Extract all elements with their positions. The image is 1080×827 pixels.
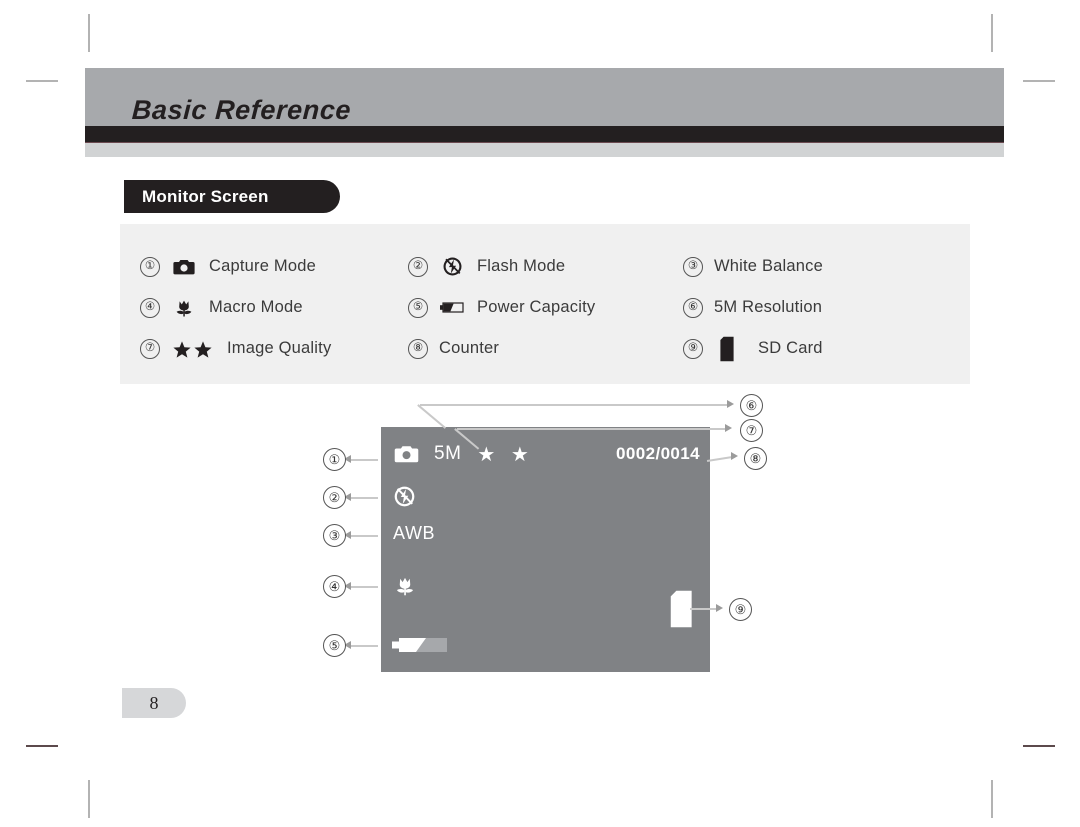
lcd-top-row: 5M ★ ★ 0002/0014 bbox=[393, 439, 700, 469]
leader-arrow-8 bbox=[731, 452, 738, 460]
battery-icon bbox=[392, 634, 450, 656]
callout-3: ③ bbox=[323, 524, 346, 547]
crop-mark-top-right-vertical bbox=[991, 14, 993, 52]
legend-item-sd-card: ⑨ SD Card bbox=[683, 336, 943, 362]
callout-1: ① bbox=[323, 448, 346, 471]
legend-number: ② bbox=[408, 256, 428, 277]
crop-mark-top-left-horizontal bbox=[26, 80, 58, 82]
macro-tulip-icon bbox=[171, 298, 197, 318]
legend-label: Macro Mode bbox=[209, 298, 303, 316]
legend-label: SD Card bbox=[758, 339, 823, 357]
callout-8: ⑧ bbox=[744, 447, 767, 470]
legend-label: White Balance bbox=[714, 257, 823, 275]
legend-item-image-quality: ⑦ Image Quality bbox=[140, 338, 408, 359]
callout-6: ⑥ bbox=[740, 394, 763, 417]
leader-arrow-9 bbox=[716, 604, 723, 612]
leader-line-2 bbox=[350, 497, 378, 499]
leader-line-5 bbox=[350, 645, 378, 647]
leader-line-9 bbox=[690, 608, 718, 610]
legend-number: ⑦ bbox=[140, 338, 160, 359]
crop-mark-bottom-left-horizontal bbox=[26, 745, 58, 747]
crop-mark-top-right-horizontal bbox=[1023, 80, 1055, 82]
legend-item-capture-mode: ① Capture Mode bbox=[140, 256, 408, 277]
leader-line-3 bbox=[350, 535, 378, 537]
flash-off-icon bbox=[439, 256, 465, 277]
leader-line-4 bbox=[350, 586, 378, 588]
legend-number: ① bbox=[140, 256, 160, 277]
battery-icon bbox=[439, 301, 465, 314]
leader-line-1 bbox=[350, 459, 378, 461]
legend-label: 5M Resolution bbox=[714, 298, 823, 316]
lcd-resolution-value: 5M bbox=[434, 443, 462, 464]
callout-7: ⑦ bbox=[740, 419, 763, 442]
legend-number: ④ bbox=[140, 297, 160, 318]
camera-icon bbox=[171, 258, 197, 276]
legend-number: ⑧ bbox=[408, 338, 428, 359]
leader-arrow-6 bbox=[727, 400, 734, 408]
two-stars-icon bbox=[171, 340, 215, 358]
crop-mark-bottom-right-vertical bbox=[991, 780, 993, 818]
callout-2: ② bbox=[323, 486, 346, 509]
lcd-white-balance-value: AWB bbox=[393, 523, 436, 543]
legend-label: Power Capacity bbox=[477, 298, 596, 316]
legend-label: Capture Mode bbox=[209, 257, 316, 275]
legend-item-power-capacity: ⑤ Power Capacity bbox=[408, 297, 683, 318]
lcd-quality-stars: ★ ★ bbox=[477, 443, 534, 466]
legend-item-5m-resolution: ⑥ 5M Resolution bbox=[683, 297, 943, 318]
macro-tulip-icon bbox=[393, 575, 417, 597]
crop-mark-bottom-right-horizontal bbox=[1023, 745, 1055, 747]
legend-label: Image Quality bbox=[227, 339, 332, 357]
legend-item-flash-mode: ② Flash Mode bbox=[408, 256, 683, 277]
callout-5: ⑤ bbox=[323, 634, 346, 657]
callout-4: ④ bbox=[323, 575, 346, 598]
legend-item-macro-mode: ④ Macro Mode bbox=[140, 297, 408, 318]
header-divider-light bbox=[85, 143, 1004, 157]
page-number: 8 bbox=[122, 688, 186, 718]
legend-number: ⑤ bbox=[408, 297, 428, 318]
lcd-counter-value: 0002/0014 bbox=[616, 444, 700, 463]
leader-line-6-horizontal bbox=[420, 404, 727, 406]
legend-number: ⑥ bbox=[683, 297, 703, 318]
legend-label: Flash Mode bbox=[477, 257, 566, 275]
leader-line-6-diagonal bbox=[417, 404, 447, 429]
section-heading: Monitor Screen bbox=[124, 180, 340, 213]
legend-label: Counter bbox=[439, 339, 500, 357]
crop-mark-top-left-vertical bbox=[88, 14, 90, 52]
legend-item-counter: ⑧ Counter bbox=[408, 338, 683, 359]
page-title: Basic Reference bbox=[131, 95, 352, 125]
monitor-screen-preview: 5M ★ ★ 0002/0014 AWB bbox=[381, 427, 710, 672]
header-divider-dark bbox=[85, 126, 1004, 142]
legend-number: ③ bbox=[683, 256, 703, 277]
leader-arrow-7 bbox=[725, 424, 732, 432]
flash-off-icon bbox=[393, 485, 416, 508]
callout-9: ⑨ bbox=[729, 598, 752, 621]
legend-grid: ① Capture Mode ② Flash Mode ③ White Bala… bbox=[140, 246, 960, 369]
crop-mark-bottom-left-vertical bbox=[88, 780, 90, 818]
sd-card-icon bbox=[714, 336, 740, 362]
legend-item-white-balance: ③ White Balance bbox=[683, 256, 943, 277]
legend-number: ⑨ bbox=[683, 338, 703, 359]
leader-line-7-horizontal bbox=[457, 428, 725, 430]
camera-icon bbox=[393, 444, 420, 464]
